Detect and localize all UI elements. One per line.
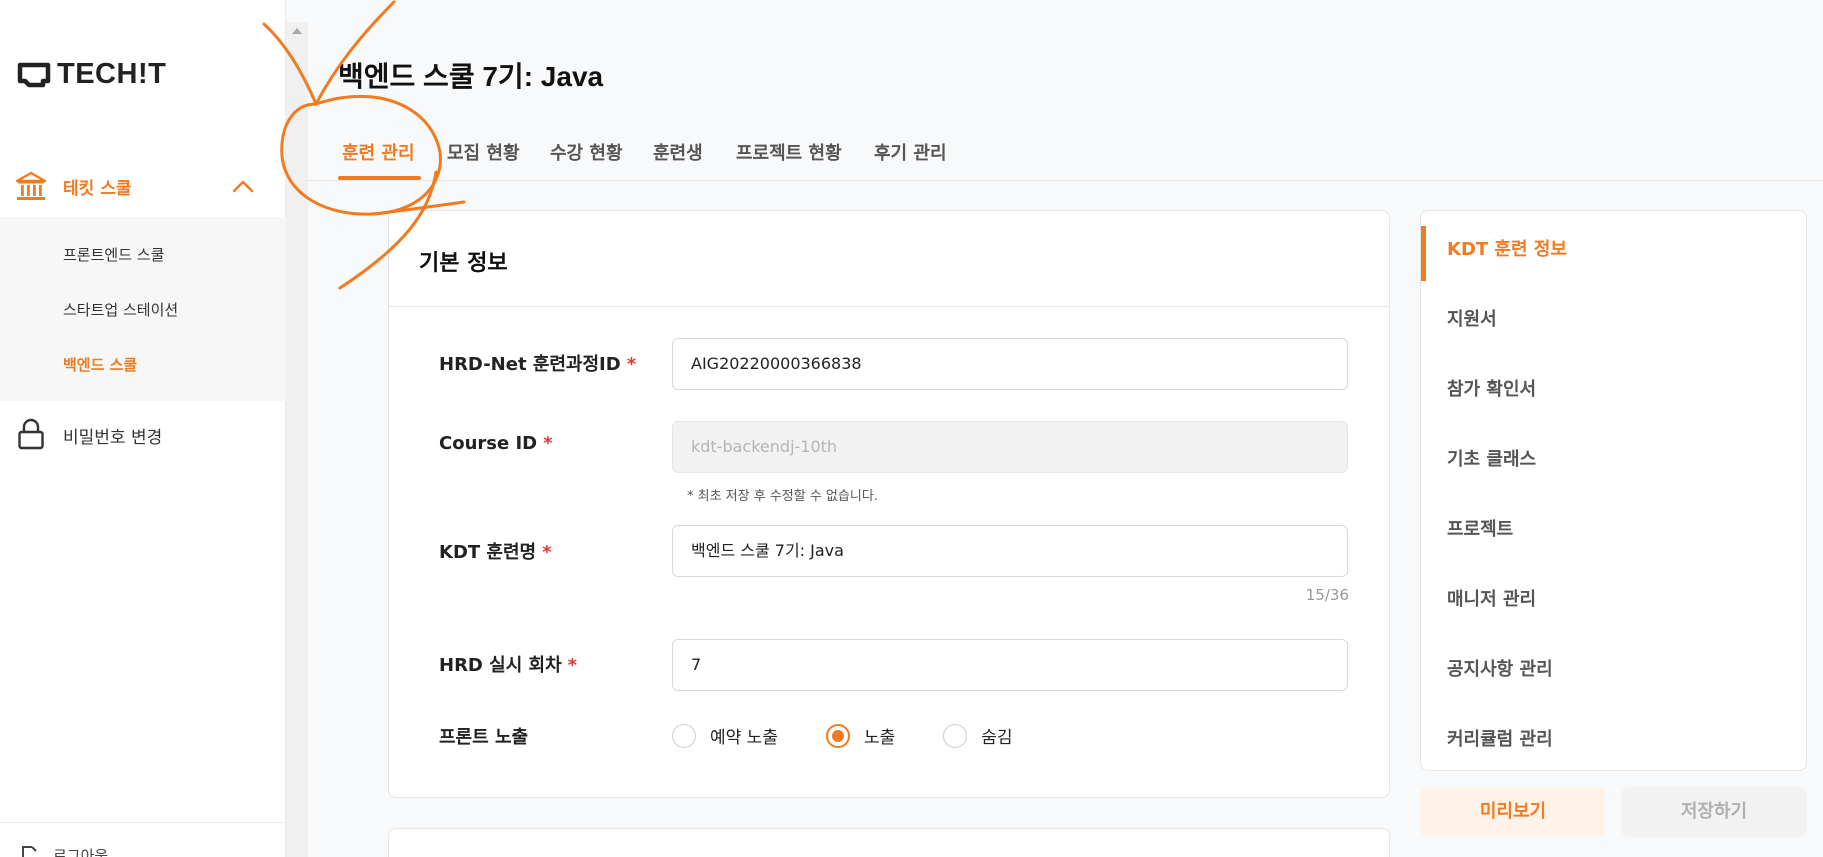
tab-enrollment-status[interactable]: 수강 현황	[550, 139, 623, 165]
side-menu-application[interactable]: 지원서	[1447, 305, 1497, 331]
active-side-indicator	[1421, 226, 1426, 281]
section-title: 기본 정보	[419, 251, 508, 276]
side-menu-kdt-info[interactable]: KDT 훈련 정보	[1447, 235, 1567, 261]
sidebar-subnav: 프론트엔드 스쿨 스타트업 스테이션 백엔드 스쿨	[0, 217, 286, 401]
radio-circle-icon	[672, 723, 696, 748]
side-menu-participation-confirmation[interactable]: 참가 확인서	[1447, 375, 1536, 401]
sidebar-scrollbar[interactable]	[286, 22, 308, 857]
required-mark: *	[567, 655, 578, 676]
sidebar-group-label: 테킷 스쿨	[63, 179, 132, 199]
tab-project-status[interactable]: 프로젝트 현황	[736, 139, 842, 165]
sidebar-item-backend-school[interactable]: 백엔드 스쿨	[63, 354, 137, 375]
scroll-up-arrow-icon[interactable]	[292, 28, 302, 34]
techit-logo[interactable]: TECH!T	[17, 58, 166, 91]
front-visibility-label: 프론트 노출	[439, 727, 529, 748]
required-mark: *	[543, 433, 553, 454]
side-menu-project[interactable]: 프로젝트	[1447, 515, 1513, 541]
side-menu-notice-management[interactable]: 공지사항 관리	[1447, 655, 1553, 681]
front-visibility-radio-group: 예약 노출 노출 숨김	[672, 723, 1061, 748]
tab-trainees[interactable]: 훈련생	[653, 139, 703, 165]
logout-label: 로그아웃	[53, 847, 109, 857]
logout-icon	[22, 846, 37, 857]
hrd-id-input[interactable]: AIG20220000366838	[672, 338, 1348, 390]
course-id-hint: * 최초 저장 후 수정할 수 없습니다.	[687, 489, 878, 504]
radio-visible[interactable]: 노출	[825, 723, 896, 748]
kdt-name-input[interactable]: 백엔드 스쿨 7기: Java	[672, 525, 1348, 577]
tab-training-management[interactable]: 훈련 관리	[342, 139, 415, 165]
course-id-input: kdt-backendj-10th	[672, 421, 1348, 473]
logo-mark-icon	[17, 62, 51, 87]
side-menu-basic-class[interactable]: 기초 클래스	[1447, 445, 1536, 471]
page-title: 백엔드 스쿨 7기: Java	[338, 61, 604, 92]
side-menu-curriculum-management[interactable]: 커리큘럼 관리	[1447, 725, 1553, 751]
basic-info-card: 기본 정보 HRD-Net 훈련과정ID * AIG20220000366838 …	[388, 210, 1390, 798]
logo-text: TECH!T	[57, 58, 167, 90]
course-id-label: Course ID *	[439, 433, 553, 454]
card-header: 기본 정보	[389, 211, 1389, 307]
sidebar-item-frontend-school[interactable]: 프론트엔드 스쿨	[63, 244, 164, 265]
radio-selected-icon	[825, 723, 850, 748]
bank-icon	[15, 171, 47, 200]
radio-label: 노출	[863, 728, 896, 748]
tab-bar: 훈련 관리 모집 현황 수강 현황 훈련생 프로젝트 현황 후기 관리	[308, 133, 1823, 181]
next-section-card	[388, 828, 1390, 857]
lock-icon	[18, 418, 44, 450]
hrd-round-label: HRD 실시 회차 *	[439, 655, 578, 676]
radio-scheduled-visibility[interactable]: 예약 노출	[672, 723, 778, 748]
kdt-name-label: KDT 훈련명 *	[439, 542, 552, 563]
required-mark: *	[626, 354, 637, 375]
radio-label: 숨김	[981, 728, 1013, 748]
radio-label: 예약 노출	[710, 728, 778, 748]
required-mark: *	[542, 542, 552, 563]
sidebar-item-password-change[interactable]: 비밀번호 변경	[0, 410, 286, 458]
tab-recruitment-status[interactable]: 모집 현황	[447, 139, 520, 165]
sidebar-item-startup-station[interactable]: 스타트업 스테이션	[63, 299, 178, 320]
sidebar-item-label: 비밀번호 변경	[63, 428, 163, 448]
hrd-round-input[interactable]: 7	[672, 639, 1348, 691]
sidebar-group-techit-school[interactable]: 테킷 스쿨	[0, 155, 286, 217]
logout-button[interactable]: 로그아웃	[0, 822, 286, 857]
tab-review-management[interactable]: 후기 관리	[874, 139, 947, 165]
save-button[interactable]: 저장하기	[1621, 787, 1807, 837]
sidebar: TECH!T 테킷 스쿨 프론트엔드 스쿨 스타트업 스테이션 백엔드 스쿨 비…	[0, 0, 286, 857]
side-menu: KDT 훈련 정보 지원서 참가 확인서 기초 클래스 프로젝트 매니저 관리 …	[1420, 210, 1807, 771]
radio-hidden[interactable]: 숨김	[943, 723, 1013, 748]
hrd-id-label: HRD-Net 훈련과정ID *	[439, 354, 637, 375]
radio-circle-icon	[943, 723, 968, 748]
active-tab-indicator	[338, 176, 421, 180]
kdt-name-char-counter: 15/36	[1305, 586, 1349, 604]
preview-button[interactable]: 미리보기	[1420, 787, 1606, 837]
side-menu-manager-management[interactable]: 매니저 관리	[1447, 585, 1536, 611]
chevron-up-icon[interactable]	[232, 179, 254, 193]
